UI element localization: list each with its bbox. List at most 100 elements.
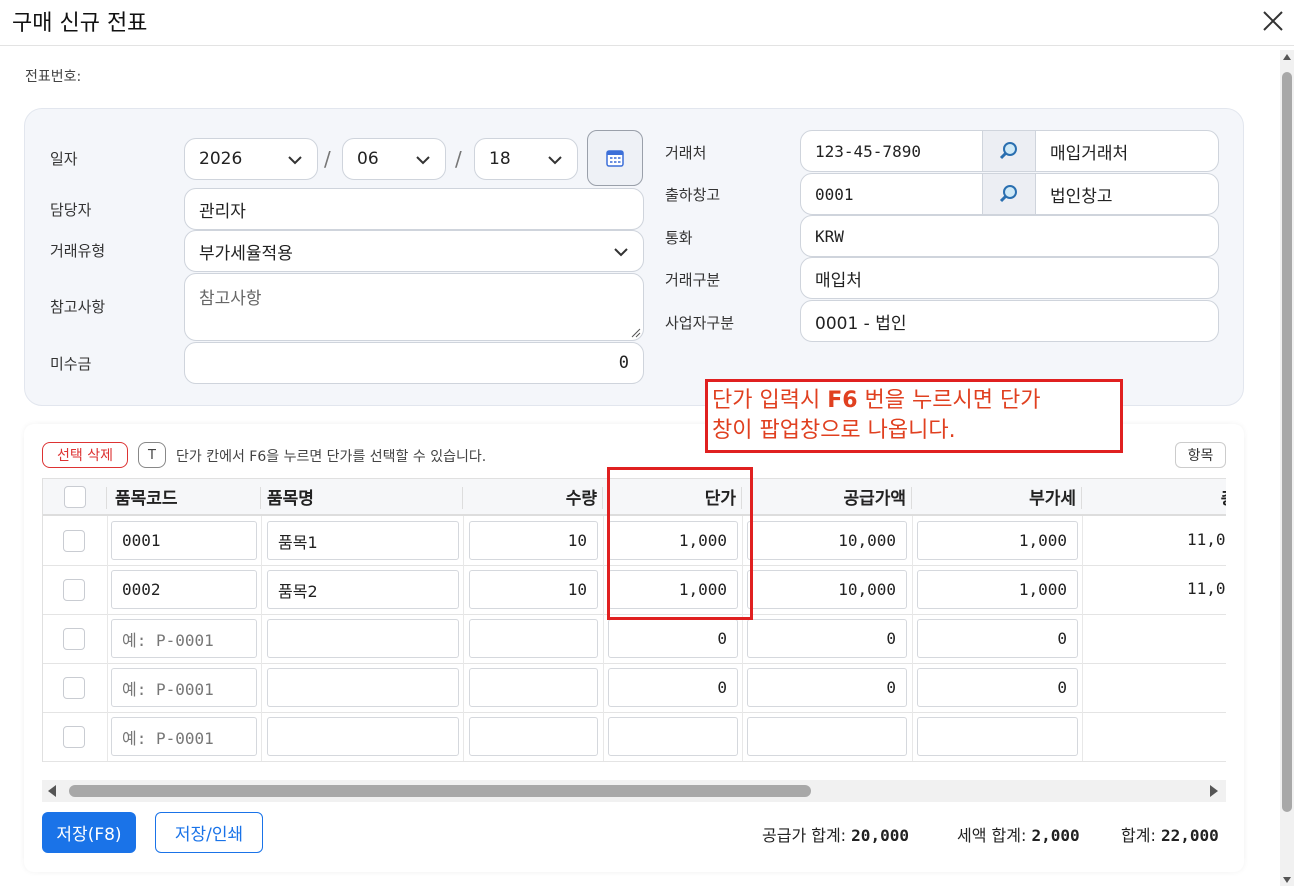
warehouse-search-button[interactable] (982, 173, 1036, 215)
vendor-code-field[interactable]: 123-45-7890 (800, 130, 983, 172)
vat-cell[interactable]: 0 (917, 619, 1078, 658)
warehouse-code-field[interactable]: 0001 (800, 173, 983, 215)
column-divider (463, 565, 464, 614)
vat-cell[interactable]: 1,000 (917, 570, 1078, 609)
supply-cell[interactable]: 10,000 (747, 521, 907, 560)
code-cell[interactable]: 0002 (111, 570, 257, 609)
col-header-qty[interactable]: 수량 (463, 478, 603, 516)
manager-field[interactable]: 관리자 (184, 188, 644, 230)
year-select[interactable]: 2026 (184, 138, 318, 180)
vat-cell-value: 0 (1057, 629, 1067, 648)
day-select[interactable]: 18 (474, 138, 578, 180)
trade-type-select[interactable]: 부가세율적용 (184, 230, 644, 272)
supply-cell[interactable] (747, 717, 907, 756)
row-checkbox[interactable] (63, 726, 85, 748)
supply-cell-value: 10,000 (838, 580, 896, 599)
qty-cell[interactable]: 10 (469, 521, 598, 560)
chevron-down-icon (548, 156, 562, 165)
warehouse-code-value: 0001 (815, 184, 854, 204)
select-all-checkbox[interactable] (64, 485, 86, 508)
warehouse-name-field[interactable]: 법인창고 (1035, 173, 1219, 215)
month-select[interactable]: 06 (342, 138, 446, 180)
column-divider (107, 614, 108, 663)
qty-cell[interactable]: 10 (469, 570, 598, 609)
qty-cell[interactable] (469, 717, 598, 756)
biz-class-field[interactable]: 0001 - 법인 (800, 300, 1219, 342)
price-cell[interactable]: 0 (608, 619, 738, 658)
save-print-button[interactable]: 저장/인쇄 (155, 812, 263, 853)
vat-cell[interactable] (917, 717, 1078, 756)
annotation-text: 단가 입력시 F6 번을 누르시면 단가 창이 팝업창으로 나옵니다. (712, 388, 1041, 443)
supply-cell-value: 0 (886, 629, 896, 648)
name-cell[interactable]: 품목2 (267, 570, 459, 609)
column-divider (912, 565, 913, 614)
supply-cell[interactable]: 10,000 (747, 570, 907, 609)
column-divider (603, 565, 604, 614)
price-cell-value: 0 (717, 629, 727, 648)
column-divider (1082, 614, 1083, 663)
qty-cell[interactable] (469, 619, 598, 658)
vendor-name-field[interactable]: 매입거래처 (1035, 130, 1219, 172)
scroll-up-icon[interactable] (1282, 53, 1292, 61)
scroll-down-icon[interactable] (1282, 876, 1292, 884)
currency-label: 통화 (665, 229, 693, 247)
qty-cell[interactable] (469, 668, 598, 707)
row-checkbox[interactable] (63, 677, 85, 699)
columns-button[interactable]: 항목 (1175, 442, 1226, 468)
row-checkbox[interactable] (63, 530, 85, 552)
scroll-right-icon[interactable] (1208, 784, 1220, 798)
name-cell[interactable] (267, 619, 459, 658)
currency-field[interactable]: KRW (800, 215, 1219, 257)
supply-cell[interactable]: 0 (747, 619, 907, 658)
code-cell[interactable]: 예: P-0001 (111, 619, 257, 658)
vertical-scroll-thumb[interactable] (1282, 72, 1292, 812)
memo-textarea[interactable]: 참고사항 (184, 273, 644, 341)
price-cell[interactable]: 0 (608, 668, 738, 707)
code-cell-value: 예: P-0001 (122, 679, 214, 699)
col-header-name[interactable]: 품목명 (261, 478, 463, 516)
name-cell[interactable] (267, 668, 459, 707)
unpaid-field[interactable]: 0 (184, 342, 644, 384)
warehouse-label: 출하창고 (665, 186, 721, 204)
save-button[interactable]: 저장(F8) (42, 812, 136, 853)
supply-cell[interactable]: 0 (747, 668, 907, 707)
code-cell[interactable]: 0001 (111, 521, 257, 560)
column-divider (603, 614, 604, 663)
column-divider (603, 516, 604, 565)
row-checkbox[interactable] (63, 579, 85, 601)
code-cell[interactable]: 예: P-0001 (111, 717, 257, 756)
column-divider (261, 663, 262, 712)
trade-class-label: 거래구분 (665, 271, 721, 289)
name-cell[interactable]: 품목1 (267, 521, 459, 560)
vat-cell[interactable]: 1,000 (917, 521, 1078, 560)
name-cell[interactable] (267, 717, 459, 756)
t-button[interactable]: T (138, 442, 166, 468)
price-cell[interactable] (608, 717, 738, 756)
column-divider (603, 663, 604, 712)
horizontal-scroll-thumb[interactable] (69, 785, 811, 797)
column-divider (261, 516, 262, 565)
calendar-button[interactable] (587, 130, 643, 186)
name-cell-value: 품목1 (278, 532, 318, 552)
col-header-total[interactable]: 총금 (1082, 478, 1226, 516)
col-header-code[interactable]: 품목코드 (107, 478, 261, 516)
column-divider (107, 516, 108, 565)
column-divider (463, 516, 464, 565)
col-header-supply[interactable]: 공급가액 (742, 478, 912, 516)
scroll-left-icon[interactable] (46, 784, 58, 798)
delete-selected-button[interactable]: 선택 삭제 (42, 442, 128, 468)
column-divider (463, 712, 464, 761)
trade-class-field[interactable]: 매입처 (800, 257, 1219, 299)
memo-placeholder: 참고사항 (199, 289, 262, 309)
code-cell[interactable]: 예: P-0001 (111, 668, 257, 707)
close-icon[interactable] (1258, 6, 1288, 36)
resize-handle-icon[interactable] (631, 328, 641, 338)
vendor-search-button[interactable] (982, 130, 1036, 172)
col-header-vat[interactable]: 부가세 (912, 478, 1082, 516)
row-checkbox[interactable] (63, 628, 85, 650)
vendor-code-value: 123-45-7890 (815, 141, 921, 161)
supply-cell-value: 10,000 (838, 531, 896, 550)
vat-cell[interactable]: 0 (917, 668, 1078, 707)
column-divider (1082, 663, 1083, 712)
table-row: 예: P-0001 (43, 712, 1226, 762)
